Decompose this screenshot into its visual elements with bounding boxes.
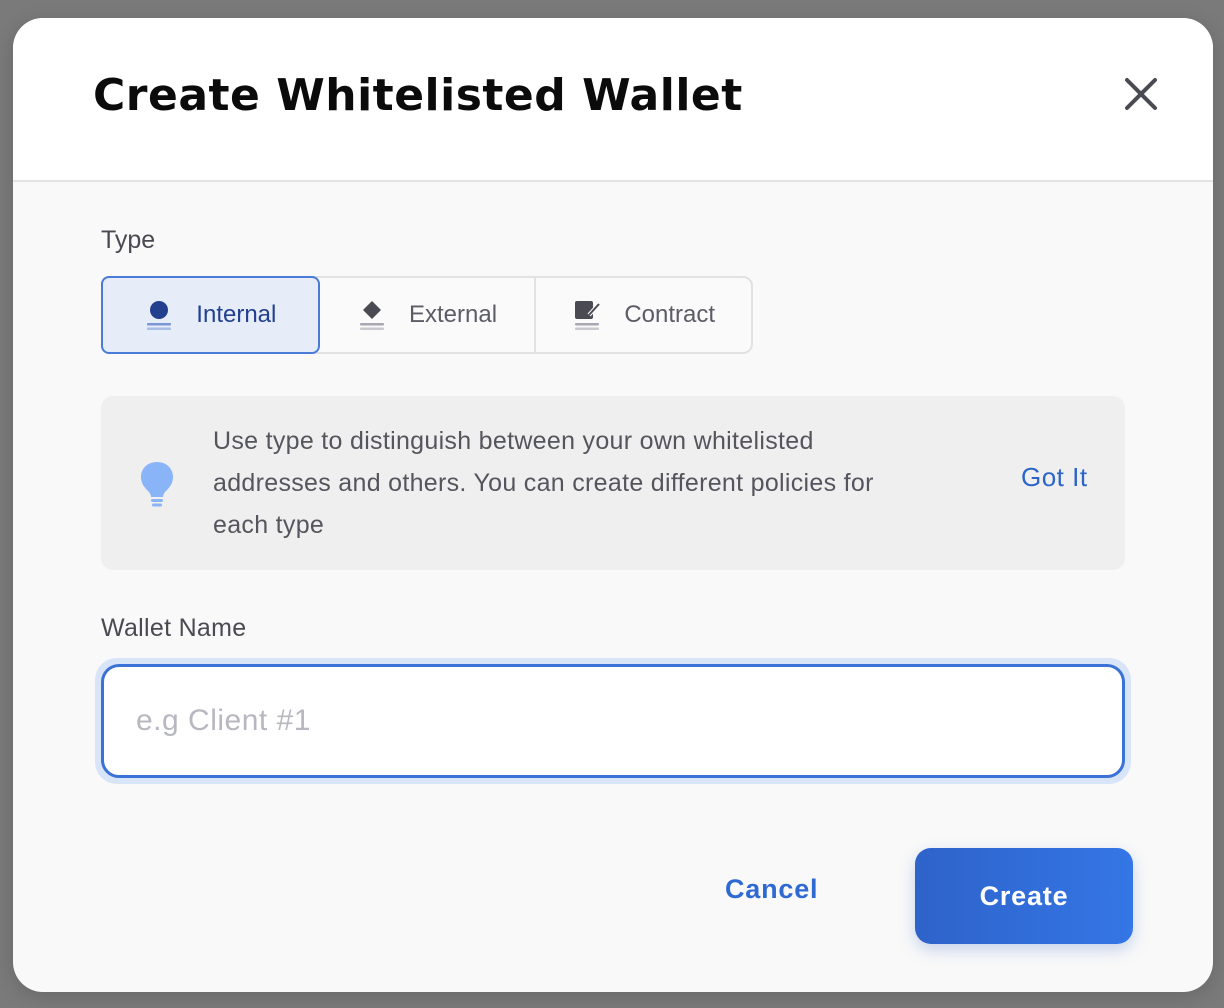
cancel-button[interactable]: Cancel xyxy=(725,874,818,905)
close-icon xyxy=(1125,78,1157,110)
type-option-contract[interactable]: Contract xyxy=(536,278,751,352)
create-button[interactable]: Create xyxy=(915,848,1133,944)
wallet-name-input[interactable] xyxy=(101,664,1125,778)
type-option-label: Contract xyxy=(624,301,716,328)
type-option-label: External xyxy=(408,301,498,328)
type-option-internal[interactable]: Internal xyxy=(101,276,320,354)
type-option-label: Internal xyxy=(196,301,277,328)
tip-text: Use type to distinguish between your own… xyxy=(213,427,874,539)
lightbulb-icon xyxy=(139,460,175,508)
wallet-name-input-focus-ring xyxy=(95,658,1131,784)
modal-header: Create Whitelisted Wallet xyxy=(13,18,1213,182)
coin-stack-icon xyxy=(144,299,174,331)
type-label: Type xyxy=(101,226,156,254)
got-it-button[interactable]: Got It xyxy=(1021,462,1088,493)
type-tip-box: Use type to distinguish between your own… xyxy=(101,396,1125,570)
contract-sign-icon xyxy=(572,299,602,331)
type-option-external[interactable]: External xyxy=(320,278,537,352)
wallet-name-label: Wallet Name xyxy=(101,614,247,642)
type-selector: Internal External Contract xyxy=(101,276,753,354)
close-button[interactable] xyxy=(1119,72,1163,116)
modal-title: Create Whitelisted Wallet xyxy=(93,70,743,121)
create-wallet-modal: Create Whitelisted Wallet Type Internal xyxy=(13,18,1213,992)
diamond-stack-icon xyxy=(357,299,387,331)
